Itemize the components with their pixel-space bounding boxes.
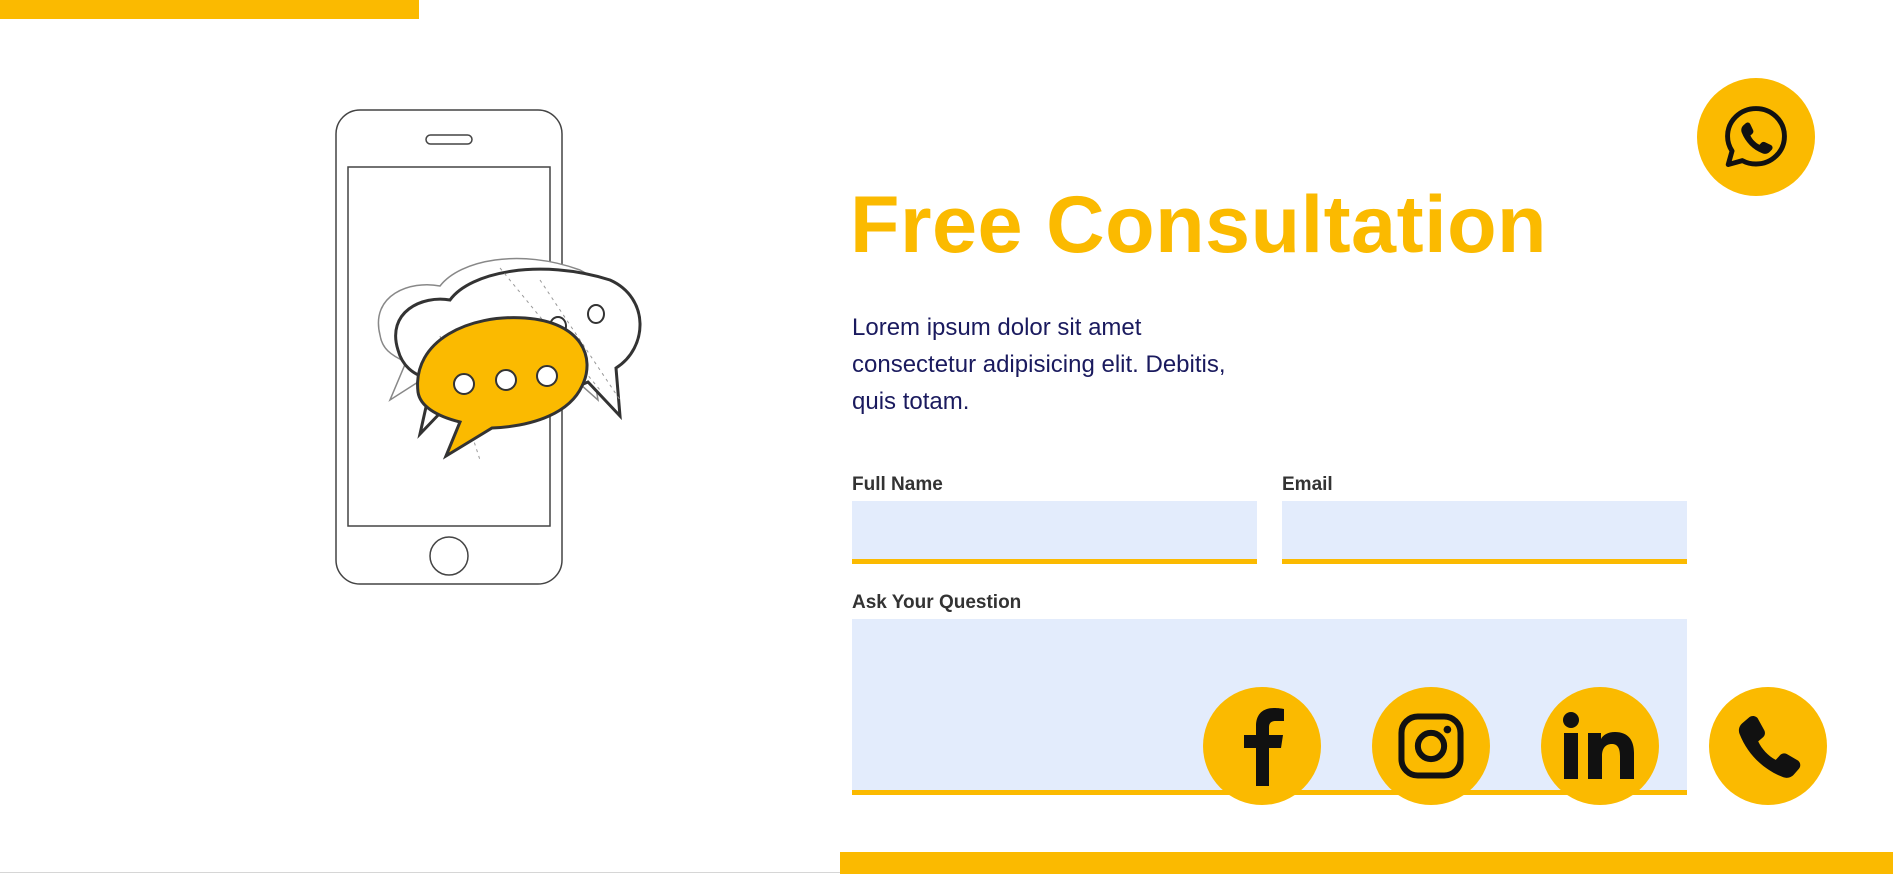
facebook-icon	[1244, 708, 1284, 786]
question-label: Ask Your Question	[852, 592, 1022, 613]
top-accent-bar	[0, 0, 419, 19]
whatsapp-icon	[1725, 106, 1787, 168]
phone-chat-illustration	[335, 109, 642, 585]
linkedin-button[interactable]	[1541, 687, 1659, 805]
phone-icon	[1738, 716, 1801, 778]
instagram-icon	[1398, 713, 1464, 779]
phone-button[interactable]	[1709, 687, 1827, 805]
email-input[interactable]	[1282, 501, 1687, 564]
intro-description: Lorem ipsum dolor sit amet consectetur a…	[852, 314, 1226, 415]
full-name-label: Full Name	[852, 474, 943, 495]
whatsapp-button[interactable]	[1697, 78, 1815, 196]
instagram-button[interactable]	[1372, 687, 1490, 805]
full-name-input[interactable]	[852, 501, 1257, 564]
footer-divider	[0, 872, 840, 873]
email-label: Email	[1282, 474, 1333, 495]
page-title: Free Consultation	[850, 180, 1548, 270]
linkedin-icon	[1563, 712, 1634, 779]
facebook-button[interactable]	[1203, 687, 1321, 805]
bottom-accent-bar	[840, 852, 1893, 874]
